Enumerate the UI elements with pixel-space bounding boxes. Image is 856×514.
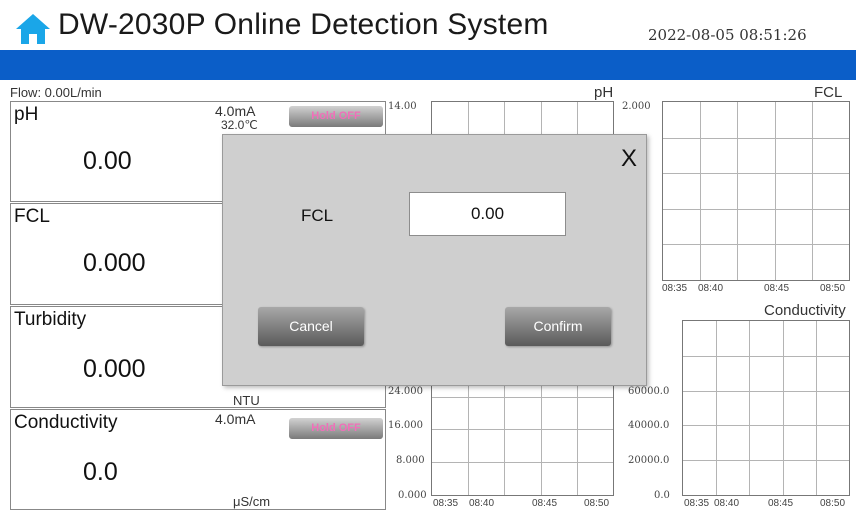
chart-turbidity-ytick: 0.000 bbox=[398, 490, 427, 501]
chart-turbidity-xtick: 08:45 bbox=[532, 498, 558, 509]
app-title: DW-2030P Online Detection System bbox=[58, 8, 549, 41]
chart-turbidity-xtick: 08:35 bbox=[433, 498, 459, 509]
fcl-value-input[interactable] bbox=[409, 192, 566, 236]
panel-ph-value: 0.00 bbox=[83, 147, 132, 175]
chart-fcl-xtick: 08:45 bbox=[764, 283, 790, 294]
fcl-field-label: FCL bbox=[301, 206, 334, 225]
chart-turbidity-ytick: 16.000 bbox=[388, 420, 423, 431]
panel-ph-name: pH bbox=[14, 104, 39, 125]
home-icon[interactable] bbox=[14, 12, 52, 46]
chart-conductivity-ytick: 60000.0 bbox=[628, 386, 670, 397]
chart-fcl-ytick: 2.000 bbox=[622, 101, 651, 112]
chart-conductivity-xtick: 08:50 bbox=[820, 498, 846, 509]
chart-fcl bbox=[662, 101, 850, 281]
app-header: DW-2030P Online Detection System 2022-08… bbox=[0, 0, 856, 50]
panel-ph-temperature: 32.0℃ bbox=[221, 118, 258, 132]
chart-ph-title: pH bbox=[594, 84, 614, 101]
chart-turbidity-ytick: 24.000 bbox=[388, 386, 423, 397]
chart-conductivity-xtick: 08:40 bbox=[714, 498, 740, 509]
chart-fcl-title: FCL bbox=[814, 84, 843, 101]
chart-turbidity-xtick: 08:50 bbox=[584, 498, 610, 509]
fcl-input-dialog: X FCL Cancel Confirm bbox=[222, 134, 647, 386]
chart-conductivity-ytick: 40000.0 bbox=[628, 420, 670, 431]
panel-turbidity-value: 0.000 bbox=[83, 355, 146, 383]
panel-conductivity[interactable]: Conductivity 4.0mA Hold OFF 0.0 μS/cm bbox=[10, 409, 386, 510]
chart-fcl-xtick: 08:40 bbox=[698, 283, 724, 294]
chart-fcl-xtick: 08:50 bbox=[820, 283, 846, 294]
chart-conductivity-ytick: 0.0 bbox=[654, 490, 670, 501]
panel-ph-current: 4.0mA bbox=[215, 103, 256, 119]
panel-conductivity-value: 0.0 bbox=[83, 458, 118, 486]
chart-fcl-xtick: 08:35 bbox=[662, 283, 688, 294]
close-button[interactable]: X bbox=[621, 145, 637, 173]
chart-conductivity-xtick: 08:45 bbox=[768, 498, 794, 509]
chart-conductivity-ytick: 20000.0 bbox=[628, 455, 670, 466]
panel-conductivity-current: 4.0mA bbox=[215, 411, 256, 427]
hold-off-button[interactable]: Hold OFF bbox=[289, 418, 383, 439]
flow-rate: Flow: 0.00L/min bbox=[10, 85, 102, 100]
title-bar bbox=[0, 50, 856, 80]
chart-turbidity-xtick: 08:40 bbox=[469, 498, 495, 509]
chart-conductivity-xtick: 08:35 bbox=[684, 498, 710, 509]
panel-fcl-name: FCL bbox=[14, 206, 50, 227]
panel-conductivity-unit: μS/cm bbox=[233, 494, 271, 509]
panel-turbidity-unit: NTU bbox=[233, 393, 260, 408]
chart-conductivity bbox=[682, 320, 850, 496]
chart-turbidity-ytick: 8.000 bbox=[396, 455, 425, 466]
chart-conductivity-title: Conductivity bbox=[764, 302, 846, 319]
panel-fcl-value: 0.000 bbox=[83, 249, 146, 277]
panel-turbidity-name: Turbidity bbox=[14, 309, 87, 330]
confirm-button[interactable]: Confirm bbox=[505, 307, 611, 346]
cancel-button[interactable]: Cancel bbox=[258, 307, 364, 346]
chart-ph-ytick: 14.00 bbox=[388, 101, 417, 112]
hold-off-button[interactable]: Hold OFF bbox=[289, 106, 383, 127]
panel-conductivity-name: Conductivity bbox=[14, 412, 118, 433]
datetime-display: 2022-08-05 08:51:26 bbox=[648, 26, 807, 44]
